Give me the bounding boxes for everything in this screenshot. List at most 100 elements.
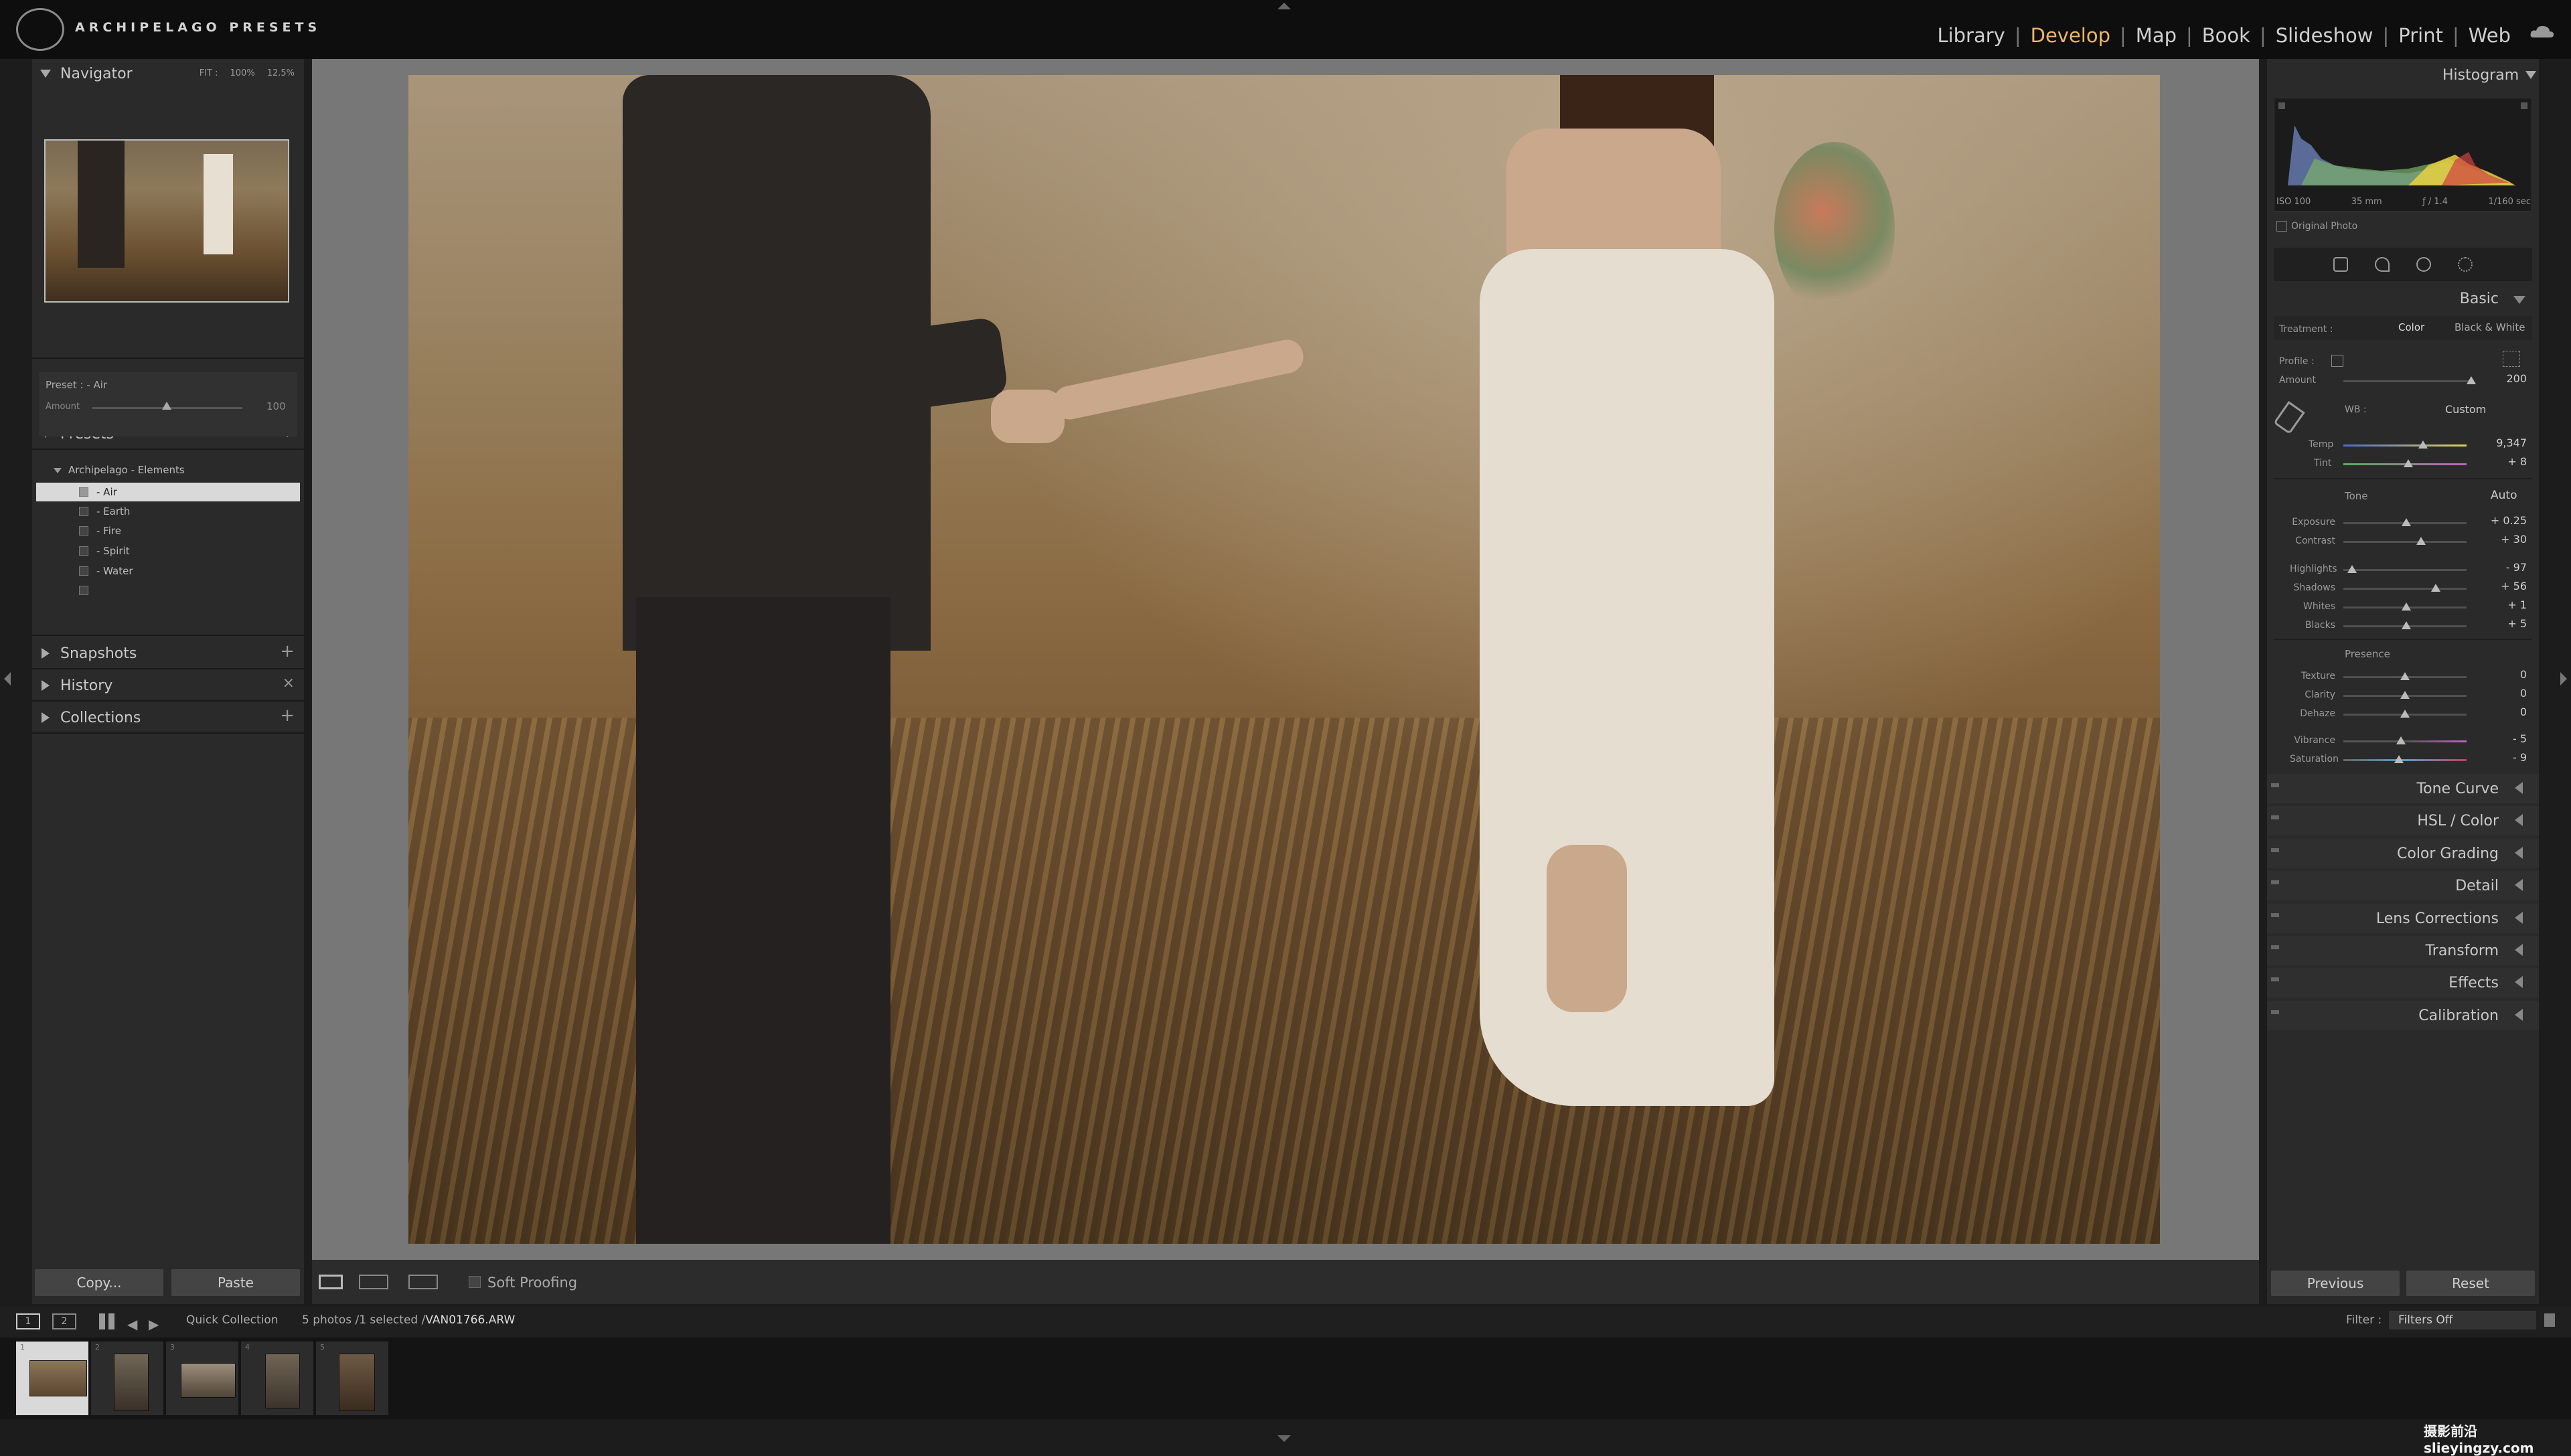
grid-view-icon[interactable] [99, 1313, 115, 1329]
tone-slider-track[interactable] [2343, 541, 2467, 543]
history-header[interactable]: History × [32, 671, 304, 700]
module-library[interactable]: Library [1928, 24, 2014, 47]
module-web[interactable]: Web [2459, 24, 2520, 47]
navigator-preview[interactable] [44, 139, 289, 303]
preset-item[interactable]: - Air [36, 483, 300, 501]
filmstrip-thumbnail[interactable]: 3 [166, 1342, 238, 1415]
collapsed-section[interactable]: Color Grading [2267, 839, 2539, 868]
presence-slider-thumb[interactable] [2400, 710, 2410, 718]
presence-slider-thumb[interactable] [2396, 736, 2406, 744]
preset-item[interactable] [36, 581, 300, 600]
filmstrip-thumbnail[interactable]: 1 [16, 1342, 88, 1415]
crop-icon[interactable] [2333, 257, 2348, 272]
tone-slider-thumb[interactable] [2431, 584, 2440, 592]
module-map[interactable]: Map [2126, 24, 2186, 47]
collapsed-section[interactable]: Detail [2267, 871, 2539, 900]
auto-tone-button[interactable]: Auto [2491, 489, 2517, 502]
collapsed-section[interactable]: Transform [2267, 936, 2539, 965]
profile-browser-icon[interactable] [2503, 351, 2520, 367]
clear-history-icon[interactable]: × [283, 675, 295, 692]
soft-proofing-checkbox[interactable] [469, 1276, 481, 1288]
histogram-title[interactable]: Histogram [2442, 67, 2519, 84]
filmstrip-source[interactable]: Quick Collection 5 photos /1 selected /V… [186, 1313, 515, 1327]
presence-slider-thumb[interactable] [2400, 672, 2410, 680]
module-book[interactable]: Book [2193, 24, 2260, 47]
original-photo-toggle[interactable]: Original Photo [2276, 221, 2357, 232]
filmstrip-thumbnail[interactable]: 2 [91, 1342, 163, 1415]
preset-group[interactable]: Archipelago - Elements [54, 464, 185, 476]
basic-header[interactable]: Basic [2267, 285, 2539, 312]
section-toggle-switch[interactable] [2271, 1010, 2279, 1014]
tone-slider-thumb[interactable] [2416, 537, 2426, 545]
histogram[interactable] [2274, 98, 2532, 212]
collections-header[interactable]: Collections + [32, 703, 304, 732]
temp-thumb[interactable] [2418, 440, 2428, 449]
add-snapshot-icon[interactable]: + [280, 641, 295, 661]
zoom-12-5[interactable]: 12.5% [267, 68, 295, 78]
zoom-fit[interactable]: FIT : [200, 68, 218, 78]
back-arrow-icon[interactable]: ◀ [127, 1316, 137, 1332]
tint-thumb[interactable] [2404, 459, 2413, 467]
lock-icon[interactable] [2544, 1313, 2555, 1327]
section-toggle-switch[interactable] [2271, 783, 2279, 787]
reset-button[interactable]: Reset [2406, 1271, 2535, 1296]
collapsed-section[interactable]: Lens Corrections [2267, 904, 2539, 933]
preset-item[interactable]: - Fire [36, 521, 300, 540]
preset-amount-thumb[interactable] [162, 402, 171, 410]
presence-slider-track[interactable] [2343, 759, 2467, 761]
main-window-button[interactable]: 1 [16, 1313, 40, 1329]
preset-item[interactable]: - Water [36, 562, 300, 580]
section-toggle-switch[interactable] [2271, 880, 2279, 884]
tone-slider-thumb[interactable] [2402, 621, 2411, 629]
left-panel-toggle-icon[interactable] [4, 672, 11, 685]
masking-icon[interactable] [2458, 257, 2473, 272]
collapsed-section[interactable]: Effects [2267, 968, 2539, 997]
top-panel-toggle-icon[interactable] [1277, 3, 1291, 9]
loupe-view-icon[interactable] [319, 1275, 343, 1289]
collapse-triangle-icon[interactable] [2525, 71, 2536, 79]
previous-button[interactable]: Previous [2271, 1271, 2400, 1296]
treatment-bw-button[interactable]: Black & White [2455, 321, 2525, 333]
cloud-icon[interactable] [2529, 24, 2555, 39]
wb-select[interactable]: Custom [2445, 403, 2486, 416]
module-slideshow[interactable]: Slideshow [2266, 24, 2383, 47]
section-toggle-switch[interactable] [2271, 913, 2279, 917]
forward-arrow-icon[interactable]: ▶ [149, 1316, 159, 1332]
collapsed-section[interactable]: Calibration [2267, 1001, 2539, 1030]
preset-item[interactable]: - Earth [36, 502, 300, 521]
temp-slider[interactable] [2343, 444, 2467, 447]
bottom-panel-toggle-icon[interactable] [1277, 1435, 1291, 1442]
zoom-100[interactable]: 100% [230, 68, 255, 78]
filter-select[interactable]: Filters Off [2389, 1311, 2536, 1329]
presence-slider-thumb[interactable] [2394, 755, 2404, 763]
add-collection-icon[interactable]: + [280, 706, 295, 726]
section-toggle-switch[interactable] [2271, 848, 2279, 852]
filmstrip-thumbnail[interactable]: 5 [316, 1342, 388, 1415]
section-toggle-switch[interactable] [2271, 815, 2279, 819]
healing-brush-icon[interactable] [2375, 257, 2390, 272]
tone-slider-track[interactable] [2343, 569, 2467, 571]
before-after-icon[interactable] [359, 1275, 388, 1289]
filmstrip-thumbnail[interactable]: 4 [241, 1342, 313, 1415]
snapshots-header[interactable]: Snapshots + [32, 639, 304, 668]
section-toggle-switch[interactable] [2271, 945, 2279, 949]
collapsed-section[interactable]: HSL / Color [2267, 806, 2539, 835]
original-photo-checkbox[interactable] [2276, 221, 2287, 232]
right-panel-toggle-icon[interactable] [2560, 672, 2567, 685]
tone-slider-thumb[interactable] [2402, 518, 2411, 526]
paste-button[interactable]: Paste [171, 1269, 300, 1296]
module-develop[interactable]: Develop [2021, 24, 2120, 47]
tone-slider-thumb[interactable] [2402, 602, 2411, 611]
red-eye-icon[interactable] [2416, 257, 2431, 272]
profile-select[interactable] [2331, 355, 2343, 367]
copy-button[interactable]: Copy... [35, 1269, 163, 1296]
presence-slider-thumb[interactable] [2400, 691, 2410, 699]
module-print[interactable]: Print [2389, 24, 2452, 47]
secondary-window-button[interactable]: 2 [52, 1313, 76, 1329]
main-photo[interactable] [408, 75, 2160, 1244]
before-after-swap-icon[interactable] [408, 1275, 438, 1289]
preset-item[interactable]: - Spirit [36, 542, 300, 560]
navigator-header[interactable]: Navigator FIT : 100% 12.5% [32, 59, 304, 88]
tone-slider-thumb[interactable] [2347, 565, 2357, 573]
tone-slider-track[interactable] [2343, 588, 2467, 590]
